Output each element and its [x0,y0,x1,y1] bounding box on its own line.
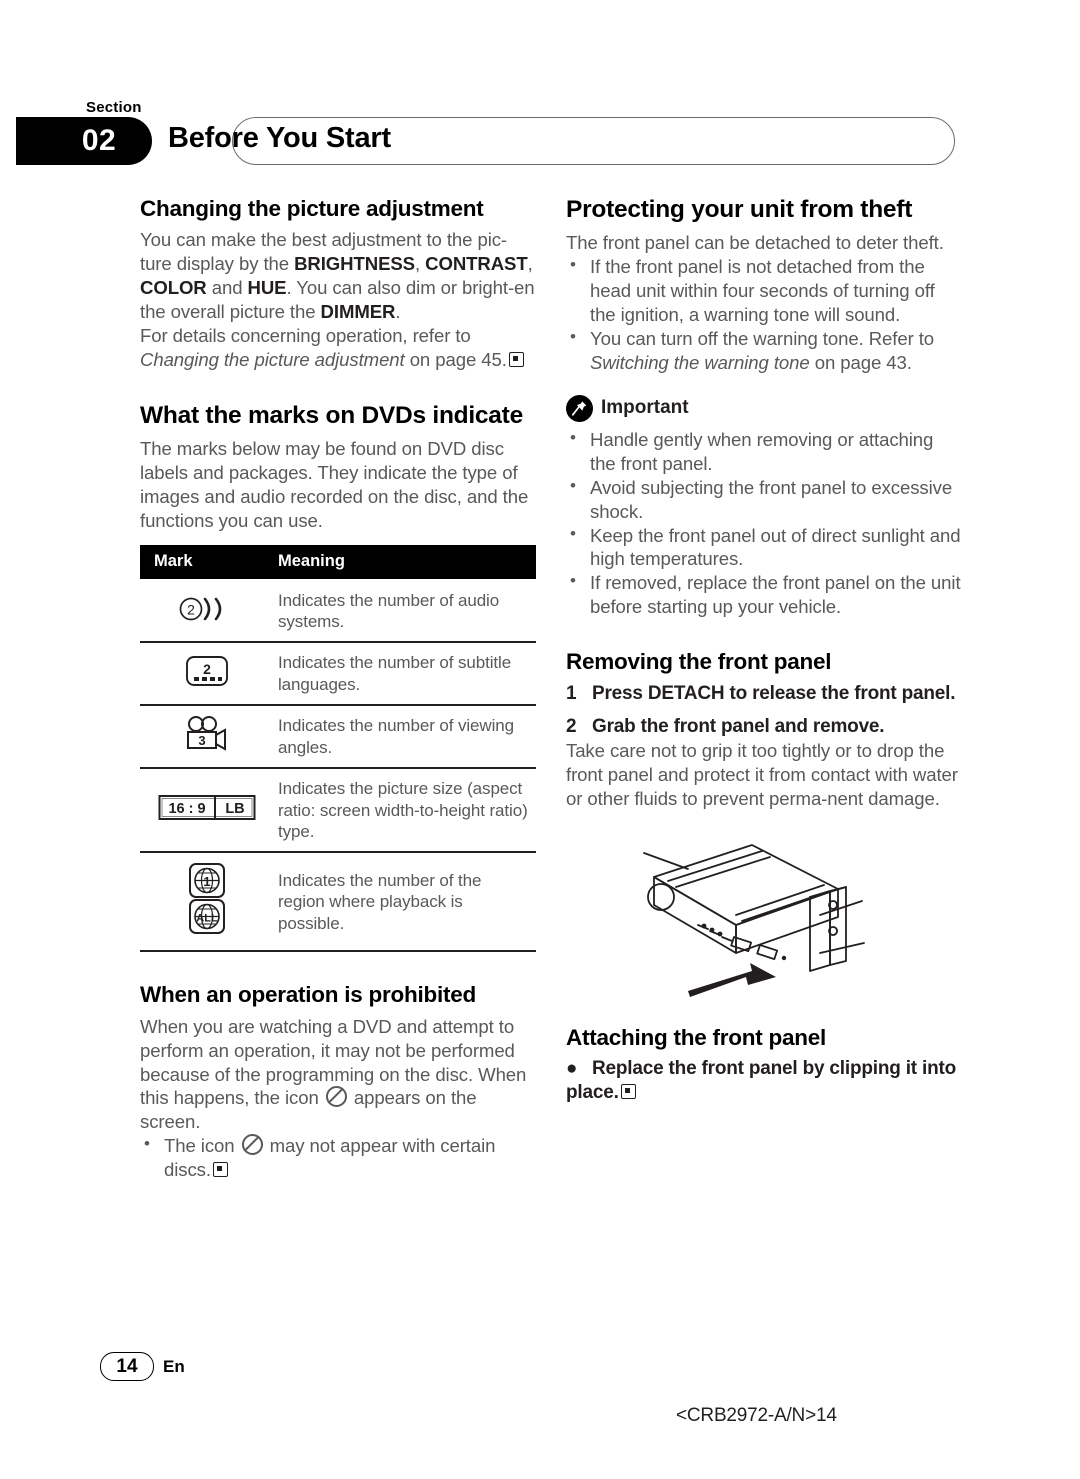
svg-text:ALL: ALL [196,913,218,925]
meaning-cell: Indicates the number of subtitle languag… [274,642,536,707]
attaching-instruction: ● Replace the front panel by clipping it … [566,1057,962,1105]
list-item: If removed, replace the front panel on t… [566,570,962,619]
important-callout-header: Important [566,394,962,422]
text-run: . [395,301,401,323]
manual-page: Section 02 Before You Start Changing the… [0,0,1080,1479]
region-code-icon: 1 ALL [184,862,230,936]
step-number: 2 [566,716,577,738]
svg-text:1: 1 [203,874,210,889]
meaning-cell: Indicates the number of audio systems. [274,578,536,644]
meaning-cell: Indicates the picture size (aspect ratio… [274,768,536,854]
end-of-topic-marker [620,1083,636,1099]
important-label: Important [601,397,689,419]
head-unit-detach-illustration [566,825,962,1005]
term-hue: HUE [247,277,287,299]
mark-cell: 1 ALL [140,852,274,953]
list-item: You can turn off the warning tone. Refer… [566,326,962,375]
page-number-badge: 14 [100,1352,154,1381]
page-header: 02 Before You Start [16,117,956,169]
section-word: Section [86,99,142,116]
part-code: <CRB2972-A/N>14 [676,1405,837,1426]
text-run: on page 45. [404,349,507,371]
list-item: Avoid subjecting the front panel to exce… [566,475,962,524]
paragraph-step-2-body: Take care not to grip it too tightly or … [566,740,958,809]
term-dimmer: DIMMER [320,301,396,323]
paragraph-theft-intro: The front panel can be detached to deter… [566,231,944,253]
prohibited-icon [325,1086,347,1108]
end-of-topic-marker [212,1162,228,1178]
paragraph-operation-prohibited: When you are watching a DVD and attempt … [140,1015,536,1135]
list-item: The icon may not appear with certain dis… [140,1133,536,1182]
svg-text:LB: LB [225,801,244,817]
step-2: 2 Grab the front panel and remove. [566,715,962,739]
svg-text:2: 2 [187,601,195,617]
step-text: Grab the front panel and remove. [592,716,885,738]
end-of-topic-marker [508,352,524,368]
cross-reference-title: Changing the picture adjustment [140,349,405,371]
svg-text:3: 3 [198,733,205,748]
text-run: For details concerning operation, refer … [140,325,471,347]
table-row: 1 ALL Indicates the number of the region… [140,852,536,953]
audio-systems-icon: 2 [178,596,236,622]
list-item: Keep the front panel out of direct sunli… [566,523,962,572]
meaning-cell: Indicates the number of viewing angles. [274,705,536,770]
bullet-list-theft: If the front panel is not detached from … [566,254,962,375]
page-title: Before You Start [168,122,391,154]
text-run: , [414,253,426,275]
text-run: and [206,277,248,299]
viewing-angles-icon: 3 [183,715,231,753]
table-header-row: Mark Meaning [140,544,536,579]
column-header-mark: Mark [140,544,274,579]
step-text: Press DETACH to release the front panel. [592,682,956,704]
text-run: , [527,253,533,275]
paragraph-dvd-marks-intro: The marks below may be found on DVD disc… [140,437,529,531]
cross-reference-title: Switching the warning tone [590,351,810,373]
text-run: The icon [164,1135,240,1157]
table-row: 3 Indicates the number of viewing angles… [140,705,536,770]
pushpin-icon [566,394,593,422]
bullet-list-prohibited: The icon may not appear with certain dis… [140,1133,536,1182]
table-row: 2 Indicates the number of audio systems. [140,578,536,644]
dvd-marks-table: Mark Meaning 2 Indicates the number of a… [140,544,536,953]
mark-cell: 2 [140,642,274,707]
svg-text:2: 2 [203,661,211,677]
mark-cell: 16 : 9 LB [140,768,274,854]
list-item: Handle gently when removing or attaching… [566,427,962,476]
mark-cell: 2 [140,578,274,644]
mark-cell: 3 [140,705,274,770]
svg-text:16 : 9: 16 : 9 [168,801,205,817]
heading-protecting-your-unit-from-theft: Protecting your unit from theft [566,196,913,223]
heading-when-operation-prohibited: When an operation is prohibited [140,982,477,1008]
term-brightness: BRIGHTNESS [294,253,415,275]
paragraph-picture-adjustment: You can make the best adjustment to the … [140,228,536,324]
bullet-list-important: Handle gently when removing or attaching… [566,427,962,620]
page-language: En [163,1357,185,1376]
term-color: COLOR [140,277,207,299]
table-row: 2 Indicates the number of subtitle langu… [140,642,536,707]
subtitle-languages-icon: 2 [185,654,229,688]
paragraph-picture-adjustment-reference: For details concerning operation, refer … [140,324,536,372]
heading-what-marks-on-dvds-indicate: What the marks on DVDs indicate [140,402,523,429]
list-item: If the front panel is not detached from … [566,254,962,327]
step-number: 1 [566,682,577,704]
heading-changing-picture-adjustment: Changing the picture adjustment [140,196,484,221]
table-row: 16 : 9 LB Indicates the picture size (as… [140,768,536,854]
meaning-cell: Indicates the number of the region where… [274,852,536,953]
prohibited-icon [241,1134,263,1156]
step-1: 1 Press DETACH to release the front panel… [566,682,962,706]
term-contrast: CONTRAST [425,253,528,275]
column-header-meaning: Meaning [274,544,536,579]
bullet-marker: ● [566,1058,578,1080]
right-column: Protecting your unit from theft The fron… [566,196,962,1105]
left-column: Changing the picture adjustment You can … [140,196,536,1182]
text-run: on page 43. [809,351,912,373]
text-run: You can turn off the warning tone. Refer… [590,327,935,349]
heading-attaching-the-front-panel: Attaching the front panel [566,1024,826,1050]
heading-removing-the-front-panel: Removing the front panel [566,649,832,675]
section-number-badge: 02 [16,117,152,165]
aspect-ratio-icon: 16 : 9 LB [158,793,256,823]
